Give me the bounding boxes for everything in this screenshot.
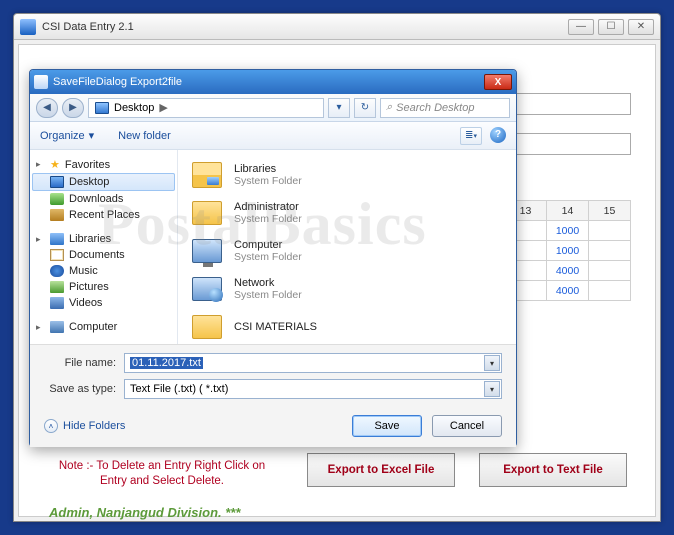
tree-videos[interactable]: Videos [32, 295, 175, 311]
dialog-fields: File name: 01.11.2017.txt ▾ Save as type… [30, 344, 516, 409]
libraries-icon [50, 233, 64, 245]
file-list[interactable]: LibrariesSystem Folder AdministratorSyst… [178, 150, 516, 344]
list-icon: ≣ [465, 130, 473, 141]
tree-computer[interactable]: ▸Computer [32, 319, 175, 335]
breadcrumb[interactable]: Desktop ▶ [88, 98, 324, 118]
app-window: CSI Data Entry 2.1 — ☐ ✕ 13 14 15 1000 1… [13, 13, 661, 522]
dialog-main: ▸★Favorites Desktop Downloads Recent Pla… [30, 150, 516, 344]
minimize-button[interactable]: — [568, 19, 594, 35]
file-item[interactable]: ComputerSystem Folder [188, 232, 506, 270]
computer-icon [192, 239, 222, 263]
chevron-up-icon: ˄ [44, 419, 58, 433]
delete-note: Note :- To Delete an Entry Right Click o… [57, 459, 267, 489]
organize-button[interactable]: Organize ▾ [40, 129, 94, 142]
videos-icon [50, 297, 64, 309]
filename-input[interactable]: 01.11.2017.txt ▾ [124, 353, 502, 373]
filename-value: 01.11.2017.txt [130, 357, 203, 369]
tree-libraries[interactable]: ▸Libraries [32, 231, 175, 247]
filename-label: File name: [44, 357, 124, 369]
star-icon: ★ [50, 158, 60, 171]
dialog-footer: ˄ Hide Folders Save Cancel [30, 409, 516, 447]
maximize-button[interactable]: ☐ [598, 19, 624, 35]
file-item[interactable]: AdministratorSystem Folder [188, 194, 506, 232]
computer-icon [50, 321, 64, 333]
background-field[interactable] [511, 133, 631, 155]
libraries-icon [192, 162, 222, 188]
tree-desktop[interactable]: Desktop [32, 173, 175, 191]
app-titlebar[interactable]: CSI Data Entry 2.1 — ☐ ✕ [14, 14, 660, 40]
dropdown-icon[interactable]: ▾ [484, 355, 500, 371]
export-text-button[interactable]: Export to Text File [479, 453, 627, 487]
downloads-icon [50, 193, 64, 205]
folder-icon [192, 201, 222, 225]
history-dropdown-button[interactable]: ▾ [328, 98, 350, 118]
app-body: 13 14 15 1000 1000 4000 4000 Note :- To … [18, 44, 656, 517]
dialog-icon [34, 75, 48, 89]
app-title: CSI Data Entry 2.1 [42, 21, 564, 33]
pictures-icon [50, 281, 64, 293]
music-icon [50, 265, 64, 277]
folder-tree: ▸★Favorites Desktop Downloads Recent Pla… [30, 150, 178, 344]
documents-icon [50, 249, 64, 261]
dialog-close-button[interactable]: X [484, 74, 512, 90]
file-item[interactable]: LibrariesSystem Folder [188, 156, 506, 194]
desktop-icon [95, 102, 109, 114]
app-icon [20, 19, 36, 35]
tree-downloads[interactable]: Downloads [32, 191, 175, 207]
nav-back-button[interactable]: ◀ [36, 98, 58, 118]
tree-favorites[interactable]: ▸★Favorites [32, 156, 175, 173]
type-value: Text File (.txt) ( *.txt) [130, 383, 228, 395]
type-combo[interactable]: Text File (.txt) ( *.txt) ▾ [124, 379, 502, 399]
new-folder-button[interactable]: New folder [118, 129, 171, 142]
save-button[interactable]: Save [352, 415, 422, 437]
tree-documents[interactable]: Documents [32, 247, 175, 263]
dialog-titlebar[interactable]: SaveFileDialog Export2file X [30, 70, 516, 94]
search-input[interactable]: ⌕ Search Desktop [380, 98, 510, 118]
col-header[interactable]: 15 [589, 201, 631, 221]
dropdown-icon[interactable]: ▾ [484, 381, 500, 397]
type-label: Save as type: [44, 383, 124, 395]
file-item[interactable]: NetworkSystem Folder [188, 270, 506, 308]
tree-music[interactable]: Music [32, 263, 175, 279]
search-icon: ⌕ [386, 101, 392, 114]
tree-recent[interactable]: Recent Places [32, 207, 175, 223]
view-mode-button[interactable]: ≣▾ [460, 127, 482, 145]
breadcrumb-label: Desktop [114, 102, 154, 114]
background-table: 13 14 15 1000 1000 4000 4000 [504, 200, 631, 301]
folder-icon [192, 315, 222, 339]
admin-status: Admin, Nanjangud Division. *** [49, 505, 240, 520]
recent-icon [50, 209, 64, 221]
refresh-button[interactable]: ↻ [354, 98, 376, 118]
hide-folders-link[interactable]: ˄ Hide Folders [44, 419, 125, 433]
col-header[interactable]: 14 [547, 201, 589, 221]
cancel-button[interactable]: Cancel [432, 415, 502, 437]
file-item[interactable]: CSI MATERIALS [188, 308, 506, 344]
close-button[interactable]: ✕ [628, 19, 654, 35]
desktop-icon [50, 176, 64, 188]
tree-pictures[interactable]: Pictures [32, 279, 175, 295]
chevron-right-icon: ▶ [159, 101, 167, 114]
dialog-toolbar: Organize ▾ New folder ≣▾ ? [30, 122, 516, 150]
export-excel-button[interactable]: Export to Excel File [307, 453, 455, 487]
background-dropdown[interactable] [511, 93, 631, 115]
chevron-down-icon: ▾ [89, 129, 95, 142]
dialog-nav-bar: ◀ ▶ Desktop ▶ ▾ ↻ ⌕ Search Desktop [30, 94, 516, 122]
dialog-title: SaveFileDialog Export2file [53, 76, 484, 88]
help-button[interactable]: ? [490, 127, 506, 143]
save-file-dialog: SaveFileDialog Export2file X ◀ ▶ Desktop… [29, 69, 517, 447]
network-icon [192, 277, 222, 301]
nav-forward-button[interactable]: ▶ [62, 98, 84, 118]
search-placeholder: Search Desktop [396, 102, 474, 114]
